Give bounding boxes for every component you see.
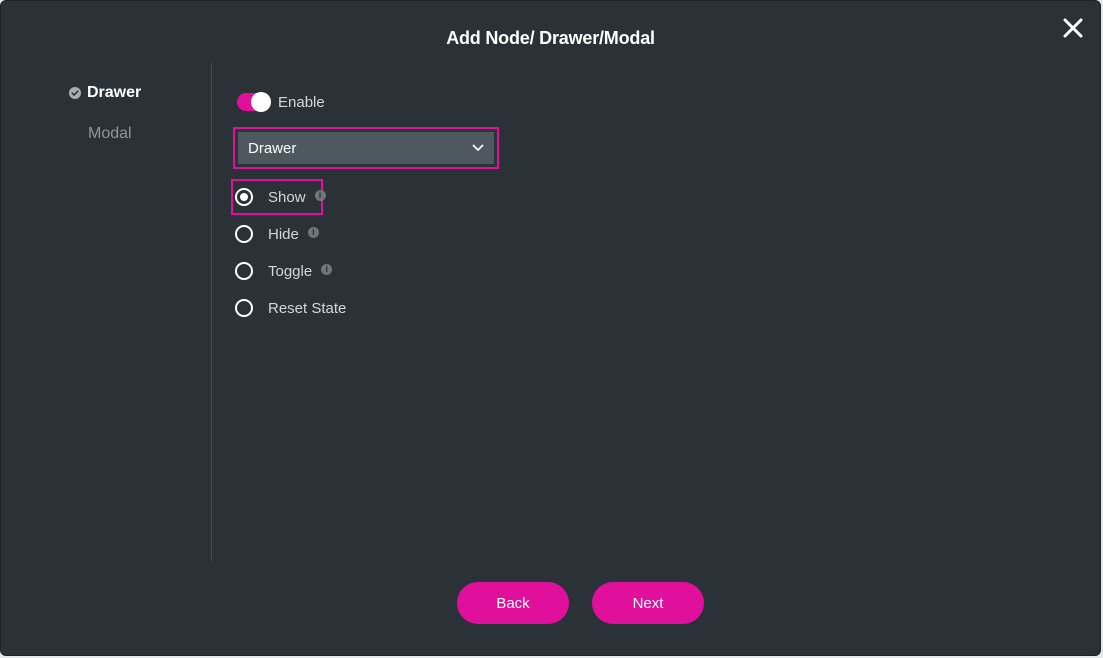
chevron-down-icon bbox=[472, 144, 484, 151]
type-select-highlight: Drawer bbox=[233, 127, 499, 169]
toggle-knob bbox=[251, 92, 271, 112]
radio-option-hide[interactable]: Hide i bbox=[235, 222, 346, 246]
dialog-title: Add Node/ Drawer/Modal bbox=[446, 28, 655, 48]
next-button[interactable]: Next bbox=[592, 582, 704, 624]
radio-option-reset-state[interactable]: Reset State bbox=[235, 296, 346, 320]
type-select[interactable]: Drawer bbox=[238, 132, 494, 164]
radio-reset-state[interactable] bbox=[235, 299, 253, 317]
close-icon bbox=[1063, 18, 1083, 38]
step-drawer[interactable]: Drawer bbox=[69, 83, 199, 103]
sidebar-divider bbox=[211, 63, 212, 561]
info-icon[interactable]: i bbox=[321, 263, 333, 275]
info-icon[interactable]: i bbox=[307, 226, 319, 238]
radio-hide[interactable] bbox=[235, 225, 253, 243]
back-button[interactable]: Back bbox=[457, 582, 569, 624]
enable-toggle[interactable] bbox=[237, 92, 271, 112]
enable-row: Enable bbox=[237, 92, 325, 112]
check-circle-icon bbox=[69, 87, 81, 99]
radio-reset-state-label: Reset State bbox=[268, 299, 347, 317]
action-radio-group: Show i Hide i Toggle i Reset State bbox=[231, 179, 346, 333]
add-node-dialog: Add Node/ Drawer/Modal Drawer Modal Enab… bbox=[0, 0, 1101, 656]
type-select-value: Drawer bbox=[248, 139, 297, 157]
radio-option-show[interactable]: Show i bbox=[231, 179, 346, 215]
enable-label: Enable bbox=[278, 93, 325, 111]
step-modal[interactable]: Modal bbox=[69, 124, 199, 144]
radio-show[interactable] bbox=[235, 188, 253, 206]
radio-toggle[interactable] bbox=[235, 262, 253, 280]
close-button[interactable] bbox=[1060, 15, 1086, 41]
step-list: Drawer Modal bbox=[69, 83, 199, 165]
radio-option-toggle[interactable]: Toggle i bbox=[235, 259, 346, 283]
info-icon[interactable]: i bbox=[314, 189, 326, 201]
radio-hide-label: Hide bbox=[268, 225, 299, 243]
step-drawer-label: Drawer bbox=[87, 84, 142, 101]
radio-show-label: Show bbox=[268, 188, 306, 206]
step-modal-label: Modal bbox=[88, 125, 132, 142]
radio-toggle-label: Toggle bbox=[268, 262, 313, 280]
